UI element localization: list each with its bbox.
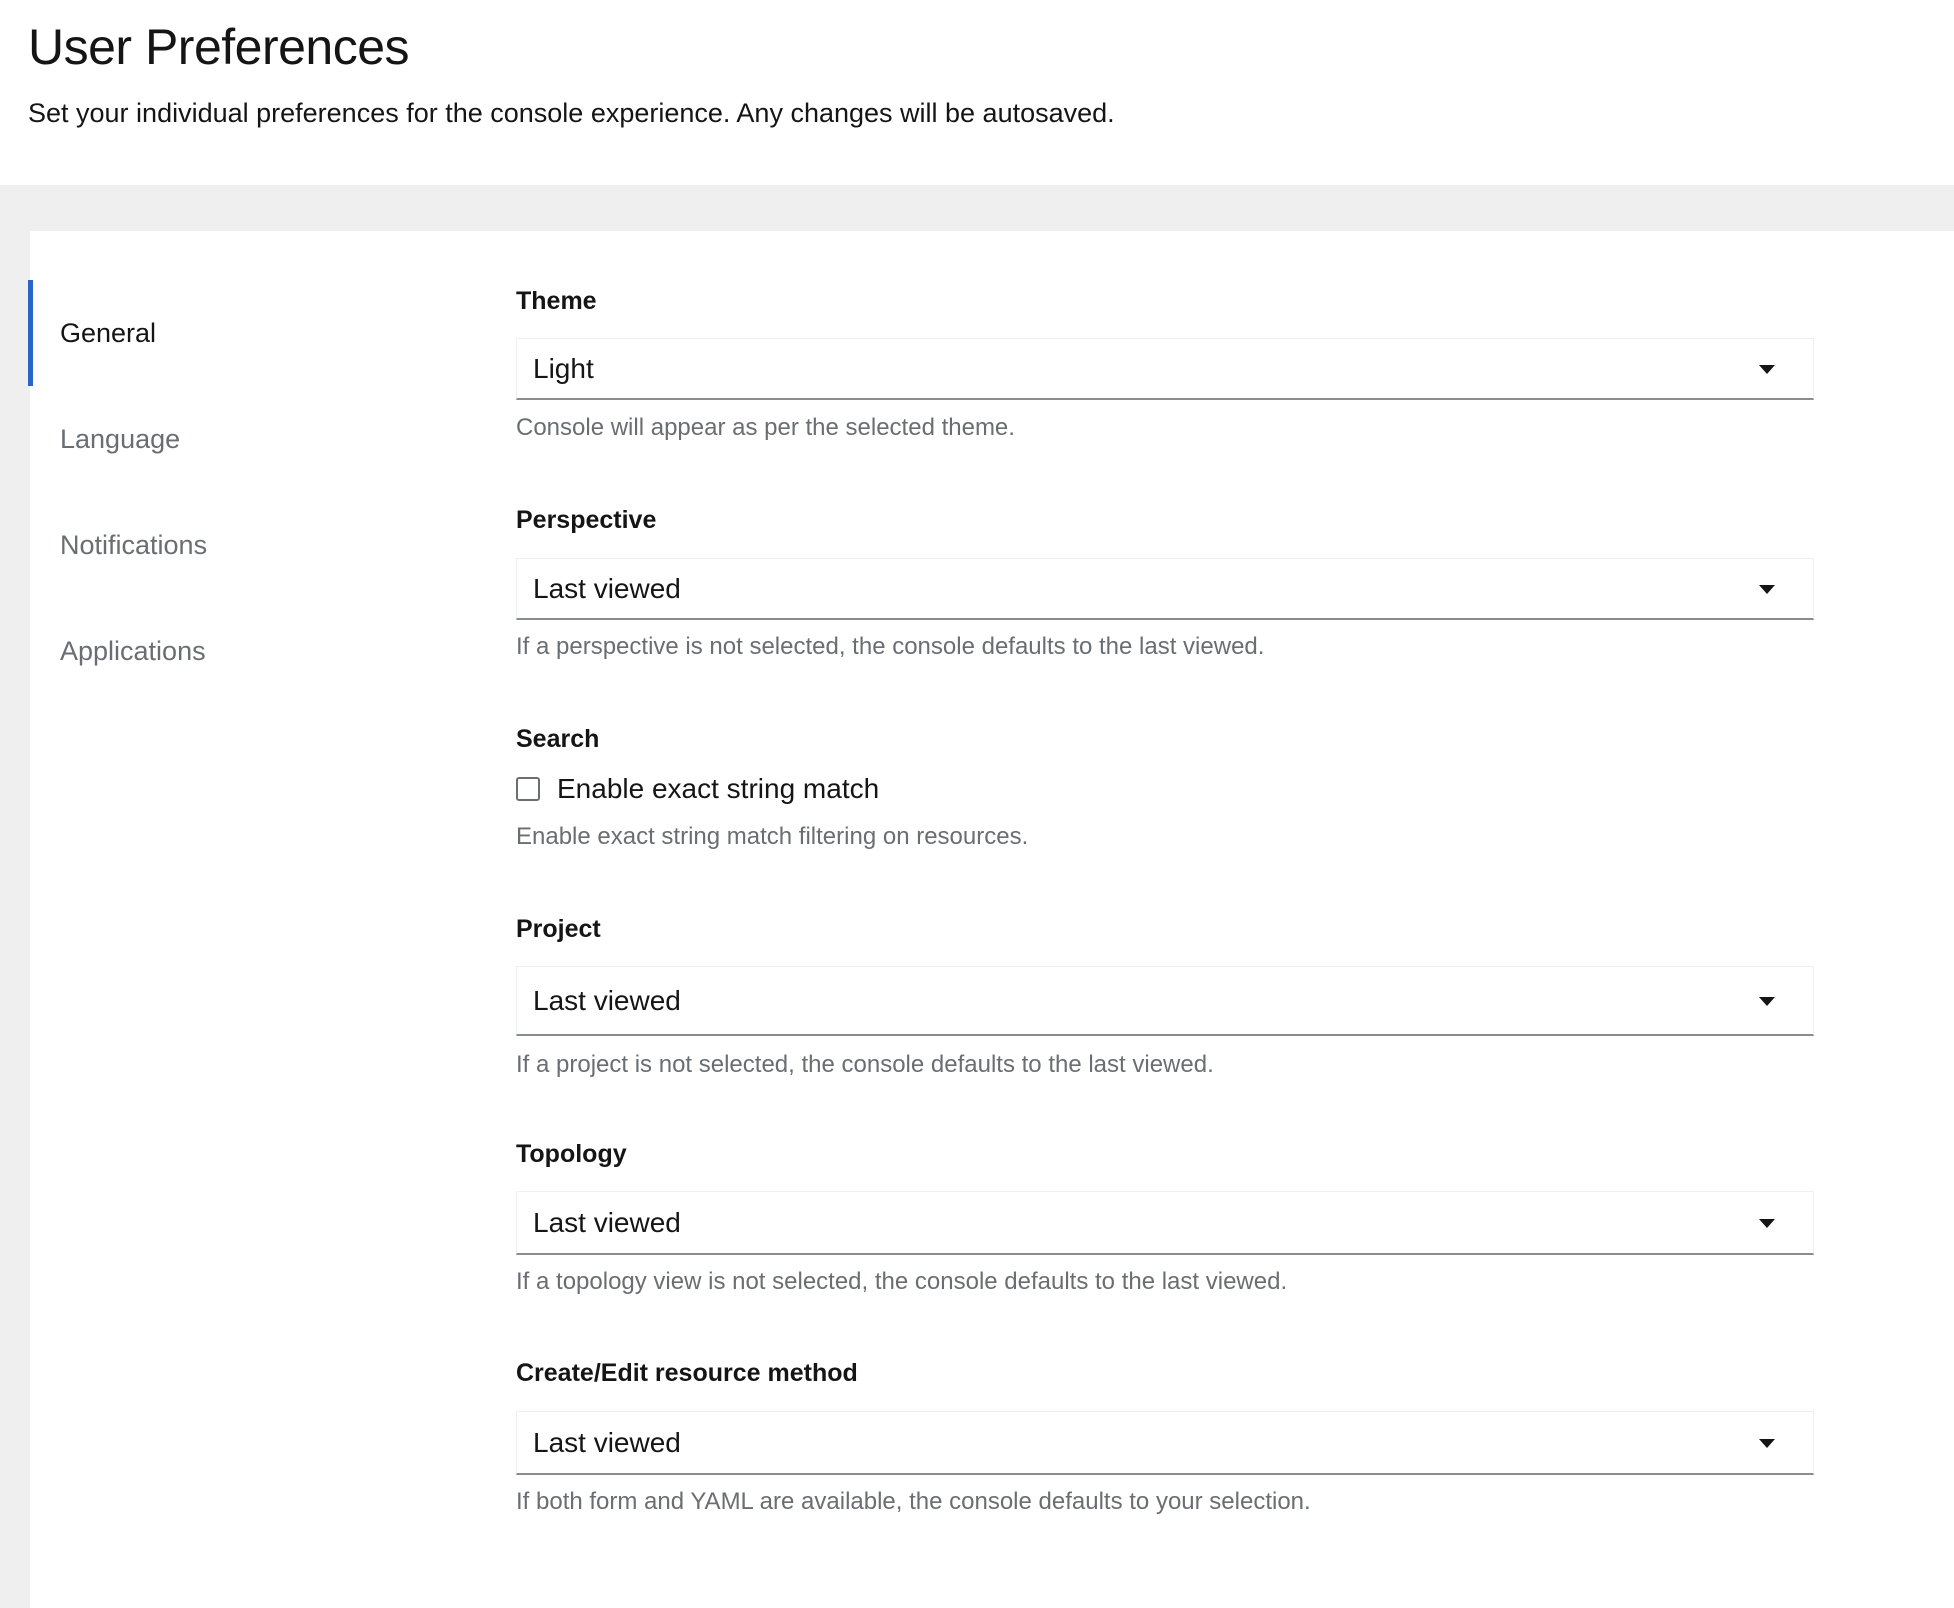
search-group: Search Enable exact string match Enable … — [516, 725, 1846, 850]
create-edit-method-group: Create/Edit resource method Last viewed … — [516, 1359, 1846, 1515]
tab-label: Notifications — [60, 529, 208, 560]
theme-label: Theme — [516, 287, 597, 315]
tab-applications[interactable]: Applications — [30, 598, 470, 704]
perspective-select-value: Last viewed — [533, 573, 681, 604]
caret-down-icon — [1759, 365, 1775, 374]
exact-match-row: Enable exact string match — [516, 773, 879, 805]
exact-match-label[interactable]: Enable exact string match — [557, 773, 879, 805]
tab-language[interactable]: Language — [30, 386, 470, 492]
search-label: Search — [516, 725, 600, 753]
tab-label: General — [60, 317, 157, 348]
tab-notifications[interactable]: Notifications — [30, 492, 470, 598]
exact-match-checkbox[interactable] — [516, 777, 540, 801]
page-subtitle: Set your individual preferences for the … — [28, 98, 1115, 128]
create-edit-method-select[interactable]: Last viewed — [516, 1411, 1814, 1475]
tab-general[interactable]: General — [28, 280, 470, 386]
caret-down-icon — [1759, 1219, 1775, 1228]
tab-label: Applications — [60, 635, 206, 666]
create-edit-method-label: Create/Edit resource method — [516, 1359, 858, 1387]
perspective-helper-text: If a perspective is not selected, the co… — [516, 633, 1265, 660]
theme-helper-text: Console will appear as per the selected … — [516, 414, 1015, 441]
caret-down-icon — [1759, 1439, 1775, 1448]
page-header: User Preferences Set your individual pre… — [0, 0, 1954, 185]
perspective-label: Perspective — [516, 506, 657, 534]
project-label: Project — [516, 915, 601, 943]
project-group: Project Last viewed If a project is not … — [516, 915, 1846, 1078]
topology-select-value: Last viewed — [533, 1207, 681, 1238]
topology-group: Topology Last viewed If a topology view … — [516, 1140, 1846, 1295]
theme-group: Theme Light Console will appear as per t… — [516, 287, 1846, 441]
search-helper-text: Enable exact string match filtering on r… — [516, 823, 1029, 850]
create-edit-method-helper-text: If both form and YAML are available, the… — [516, 1488, 1311, 1515]
page-title: User Preferences — [28, 19, 410, 75]
caret-down-icon — [1759, 997, 1775, 1006]
tab-label: Language — [60, 423, 181, 454]
project-select[interactable]: Last viewed — [516, 966, 1814, 1036]
caret-down-icon — [1759, 585, 1775, 594]
theme-select[interactable]: Light — [516, 338, 1814, 400]
create-edit-method-select-value: Last viewed — [533, 1427, 681, 1458]
perspective-select[interactable]: Last viewed — [516, 558, 1814, 620]
topology-helper-text: If a topology view is not selected, the … — [516, 1268, 1288, 1295]
project-select-value: Last viewed — [533, 985, 681, 1016]
preferences-card: General Language Notifications Applicati… — [28, 231, 1954, 1608]
theme-select-value: Light — [533, 353, 594, 384]
topology-select[interactable]: Last viewed — [516, 1191, 1814, 1255]
topology-label: Topology — [516, 1140, 627, 1168]
project-helper-text: If a project is not selected, the consol… — [516, 1051, 1214, 1078]
preferences-tabs: General Language Notifications Applicati… — [28, 280, 470, 704]
perspective-group: Perspective Last viewed If a perspective… — [516, 506, 1846, 660]
